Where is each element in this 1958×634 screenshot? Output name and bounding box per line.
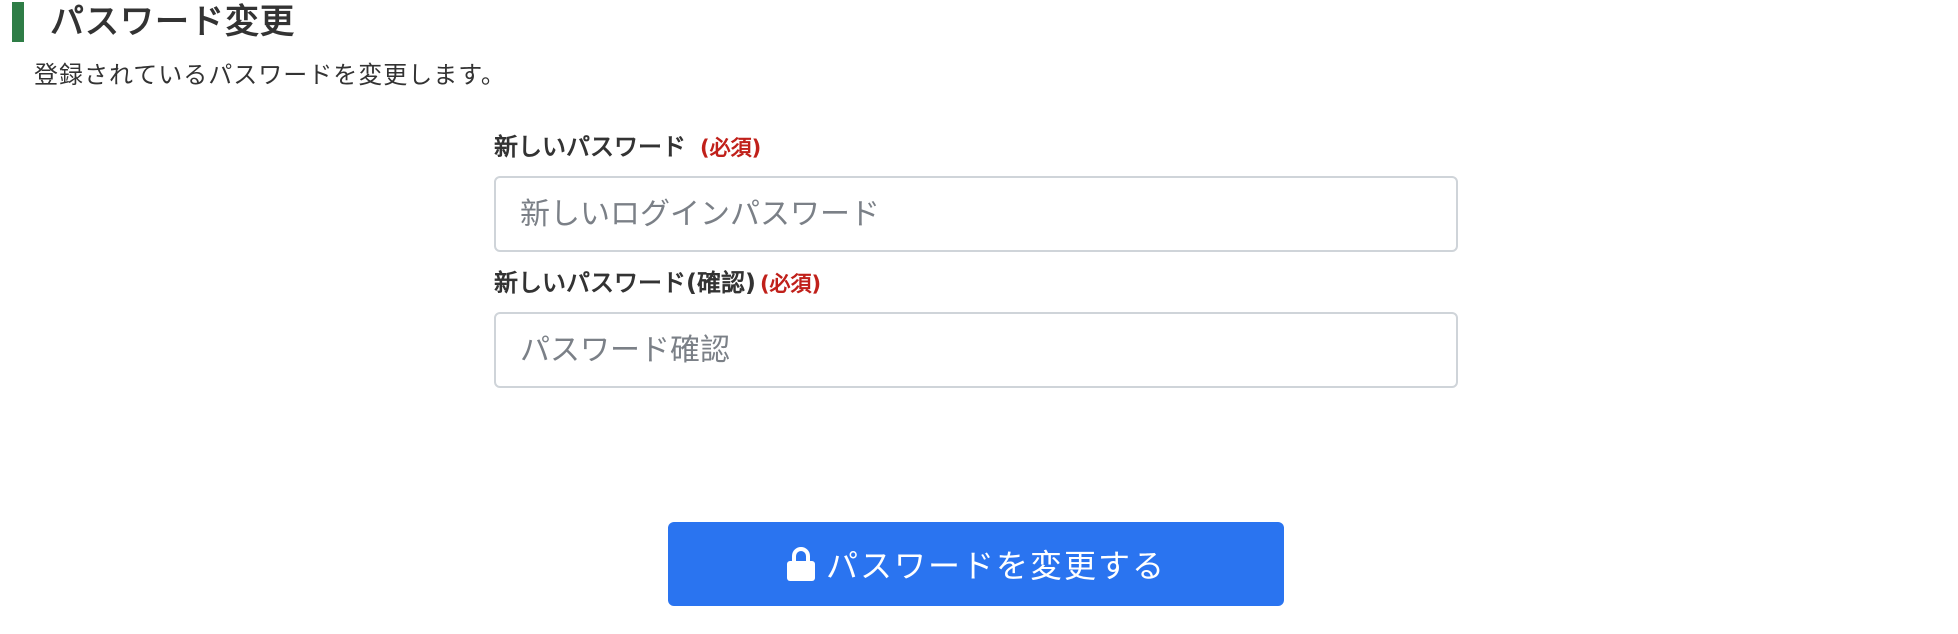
confirm-password-label-text: 新しいパスワード(確認) (494, 269, 756, 297)
required-tag: (必須) (700, 136, 762, 160)
change-password-button-label: パスワードを変更する (825, 547, 1166, 585)
required-tag: (必須) (759, 272, 822, 296)
new-password-input[interactable] (494, 176, 1458, 252)
page-description: 登録されているパスワードを変更します。 (34, 61, 506, 89)
new-password-label: 新しいパスワード (必須) (494, 130, 1458, 164)
new-password-label-text: 新しいパスワード (494, 133, 686, 161)
header-accent-bar (12, 2, 24, 42)
password-change-form: 新しいパスワード (必須) 新しいパスワード(確認) (必須) (494, 130, 1458, 402)
page-header: パスワード変更 (12, 0, 295, 44)
lock-icon (786, 546, 816, 582)
confirm-password-label: 新しいパスワード(確認) (必須) (494, 266, 1458, 300)
new-password-group: 新しいパスワード (必須) (494, 130, 1458, 252)
page-title: パスワード変更 (50, 2, 295, 42)
change-password-button[interactable]: パスワードを変更する (668, 522, 1284, 606)
confirm-password-group: 新しいパスワード(確認) (必須) (494, 266, 1458, 388)
confirm-password-input[interactable] (494, 312, 1458, 388)
